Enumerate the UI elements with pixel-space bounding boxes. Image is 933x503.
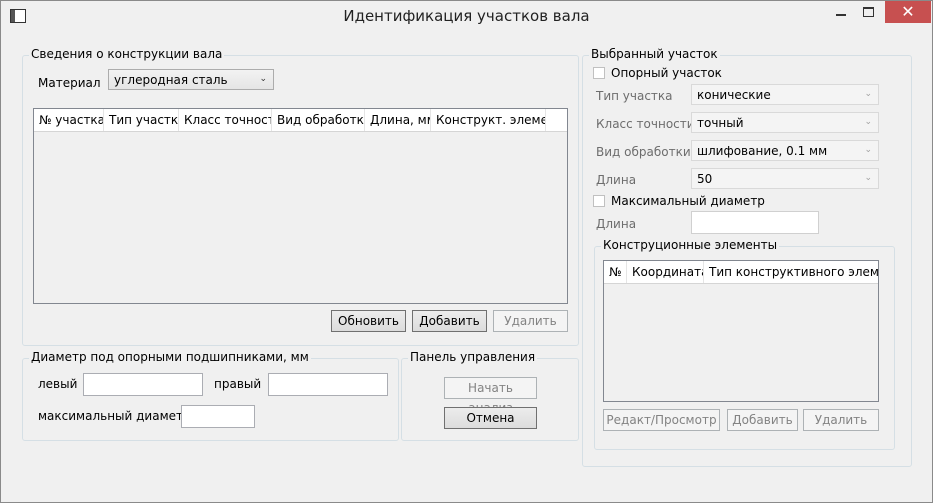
cancel-button[interactable]: Отмена [444, 407, 537, 429]
column-header-length[interactable]: Длина, мм [365, 109, 431, 131]
column-header-section-type[interactable]: Тип участка [104, 109, 179, 131]
length2-label: Длина [596, 217, 637, 231]
control-panel-group-title: Панель управления [408, 350, 538, 364]
delete-section-button[interactable]: Удалить [493, 310, 568, 332]
chevron-down-icon: ⌄ [864, 117, 872, 127]
section-type-select[interactable]: конические ⌄ [691, 84, 879, 105]
length-value: 50 [697, 172, 713, 186]
delete-element-button[interactable]: Удалить [803, 409, 879, 431]
material-label: Материал [38, 76, 101, 90]
column-header-processing[interactable]: Вид обработки [272, 109, 365, 131]
left-diameter-label: левый [38, 377, 78, 391]
sections-table-header: № участка Тип участка Класс точности Вид… [34, 109, 567, 132]
start-analysis-button[interactable]: Начать анализ [444, 377, 537, 415]
constructive-elements-table-header: № Координата Тип конструктивного элемент… [604, 261, 878, 284]
minimize-icon[interactable] [829, 1, 853, 23]
column-header-section-no[interactable]: № участка [34, 109, 104, 131]
processing-value: шлифование, 0.1 мм [697, 144, 828, 158]
bearing-diameter-group-title: Диаметр под опорными подшипниками, мм [29, 350, 311, 364]
title-bar[interactable]: Идентификация участков вала ✕ [1, 1, 932, 31]
processing-label: Вид обработки [596, 145, 691, 159]
max-diameter-input[interactable] [181, 405, 255, 428]
constructive-elements-table[interactable]: № Координата Тип конструктивного элемент… [603, 260, 879, 402]
chevron-down-icon: ⌄ [864, 89, 872, 99]
section-type-value: конические [697, 88, 771, 102]
sections-table[interactable]: № участка Тип участка Класс точности Вид… [33, 108, 568, 304]
column-header-coordinate[interactable]: Координата [627, 261, 704, 283]
chevron-down-icon: ⌄ [864, 145, 872, 155]
right-diameter-label: правый [214, 377, 262, 391]
chevron-down-icon: ⌄ [864, 173, 872, 183]
max-diameter-checkbox-label: Максимальный диаметр [611, 194, 765, 208]
max-diameter-label: максимальный диаметр [38, 409, 191, 423]
close-icon[interactable]: ✕ [885, 1, 931, 23]
section-type-label: Тип участка [596, 89, 673, 103]
accuracy-value: точный [697, 116, 744, 130]
length2-input[interactable] [691, 211, 819, 234]
processing-select[interactable]: шлифование, 0.1 мм ⌄ [691, 140, 879, 161]
length-label: Длина [596, 173, 637, 187]
accuracy-select[interactable]: точный ⌄ [691, 112, 879, 133]
main-window: Идентификация участков вала ✕ Сведения о… [0, 0, 933, 503]
chevron-down-icon: ⌄ [259, 74, 267, 84]
column-header-no[interactable]: № [604, 261, 627, 283]
length-select[interactable]: 50 ⌄ [691, 168, 879, 189]
accuracy-label: Класс точности [596, 117, 695, 131]
update-button[interactable]: Обновить [331, 310, 406, 332]
edit-view-button[interactable]: Редакт/Просмотр [603, 409, 720, 431]
constructive-elements-group-title: Конструционные элементы [601, 238, 780, 252]
column-header-element[interactable]: Конструкт. элемент [431, 109, 546, 131]
bearing-diameter-group: Диаметр под опорными подшипниками, мм [22, 350, 399, 441]
selected-section-group-title: Выбранный участок [589, 47, 720, 61]
window-title: Идентификация участков вала [343, 7, 590, 25]
add-section-button[interactable]: Добавить [412, 310, 487, 332]
material-select-value: углеродная сталь [114, 73, 228, 87]
shaft-info-group-title: Сведения о конструкции вала [29, 47, 225, 61]
max-diameter-checkbox[interactable] [593, 195, 605, 207]
support-section-label: Опорный участок [611, 66, 722, 80]
support-section-checkbox[interactable] [593, 67, 605, 79]
material-select[interactable]: углеродная сталь ⌄ [108, 69, 274, 90]
add-element-button[interactable]: Добавить [727, 409, 798, 431]
column-header-element-type[interactable]: Тип конструктивного элемента [704, 261, 878, 283]
left-diameter-input[interactable] [83, 373, 203, 396]
right-diameter-input[interactable] [268, 373, 388, 396]
column-header-accuracy[interactable]: Класс точности [179, 109, 272, 131]
maximize-icon[interactable] [856, 1, 880, 23]
